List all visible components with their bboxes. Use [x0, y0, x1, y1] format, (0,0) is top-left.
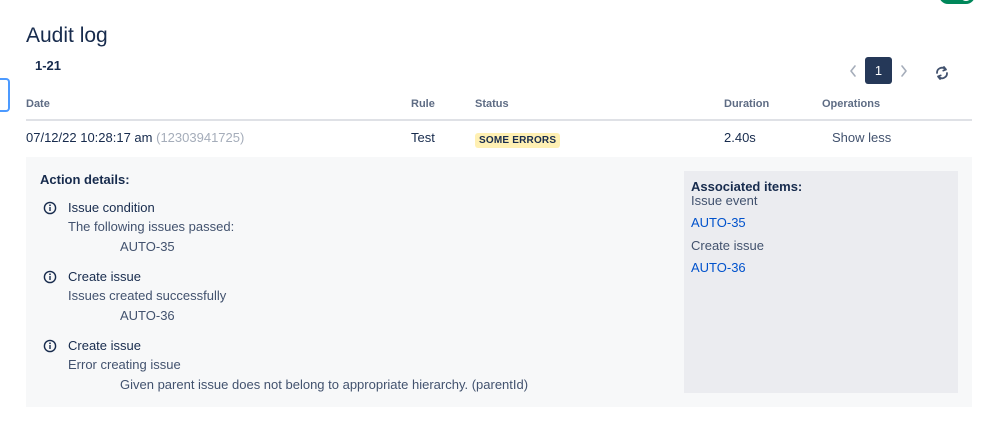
action-detail: AUTO-36	[120, 308, 175, 323]
next-page-button[interactable]	[894, 57, 914, 84]
collapsed-panel-edge[interactable]	[0, 78, 10, 112]
page-title: Audit log	[26, 24, 108, 47]
status-badge: SOME ERRORS	[475, 131, 561, 148]
column-date[interactable]: Date	[26, 98, 50, 110]
associated-issue-link[interactable]: AUTO-36	[691, 260, 746, 275]
refresh-icon	[936, 66, 948, 80]
prev-page-button[interactable]	[843, 57, 863, 84]
action-detail: Given parent issue does not belong to ap…	[120, 377, 529, 392]
table-header: Date Rule Status Duration Operations	[26, 97, 972, 121]
associated-group-label: Issue event	[691, 193, 758, 208]
action-title: Create issue	[68, 269, 141, 284]
pagination: 1	[843, 57, 914, 84]
row-id: (12303941725)	[156, 130, 245, 145]
row-rule: Test	[411, 130, 435, 145]
info-icon	[43, 270, 57, 284]
info-icon	[43, 339, 57, 353]
action-details-panel: Action details: Issue condition The foll…	[26, 157, 972, 407]
action-title: Issue condition	[68, 200, 155, 215]
page-1-button[interactable]: 1	[865, 57, 892, 84]
action-details-title: Action details:	[40, 172, 130, 187]
row-date-text: 07/12/22 10:28:17 am	[26, 130, 153, 145]
chevron-right-icon	[901, 64, 907, 77]
column-rule[interactable]: Rule	[411, 98, 435, 110]
column-duration[interactable]: Duration	[724, 98, 769, 110]
action-subtitle: Issues created successfully	[68, 288, 227, 303]
associated-group-label: Create issue	[691, 238, 764, 253]
status-lozenge: SOME ERRORS	[475, 133, 561, 148]
info-icon	[43, 201, 57, 215]
associated-issue-link[interactable]: AUTO-35	[691, 215, 746, 230]
enable-toggle[interactable]	[939, 0, 975, 4]
result-range: 1-21	[35, 58, 62, 73]
action-subtitle: Error creating issue	[68, 357, 181, 372]
refresh-button[interactable]	[931, 62, 953, 84]
action-detail: AUTO-35	[120, 239, 175, 254]
show-less-link[interactable]: Show less	[832, 130, 891, 145]
action-title: Create issue	[68, 338, 141, 353]
chevron-left-icon	[850, 64, 856, 77]
table-row: 07/12/22 10:28:17 am (12303941725) Test …	[26, 121, 972, 157]
associated-items-title: Associated items:	[691, 179, 803, 194]
action-subtitle: The following issues passed:	[68, 219, 235, 234]
row-duration: 2.40s	[724, 130, 756, 145]
column-status[interactable]: Status	[475, 98, 509, 110]
row-date: 07/12/22 10:28:17 am (12303941725)	[26, 130, 244, 145]
column-operations: Operations	[822, 98, 881, 110]
associated-items-panel: Associated items: Issue event AUTO-35 Cr…	[684, 171, 958, 393]
